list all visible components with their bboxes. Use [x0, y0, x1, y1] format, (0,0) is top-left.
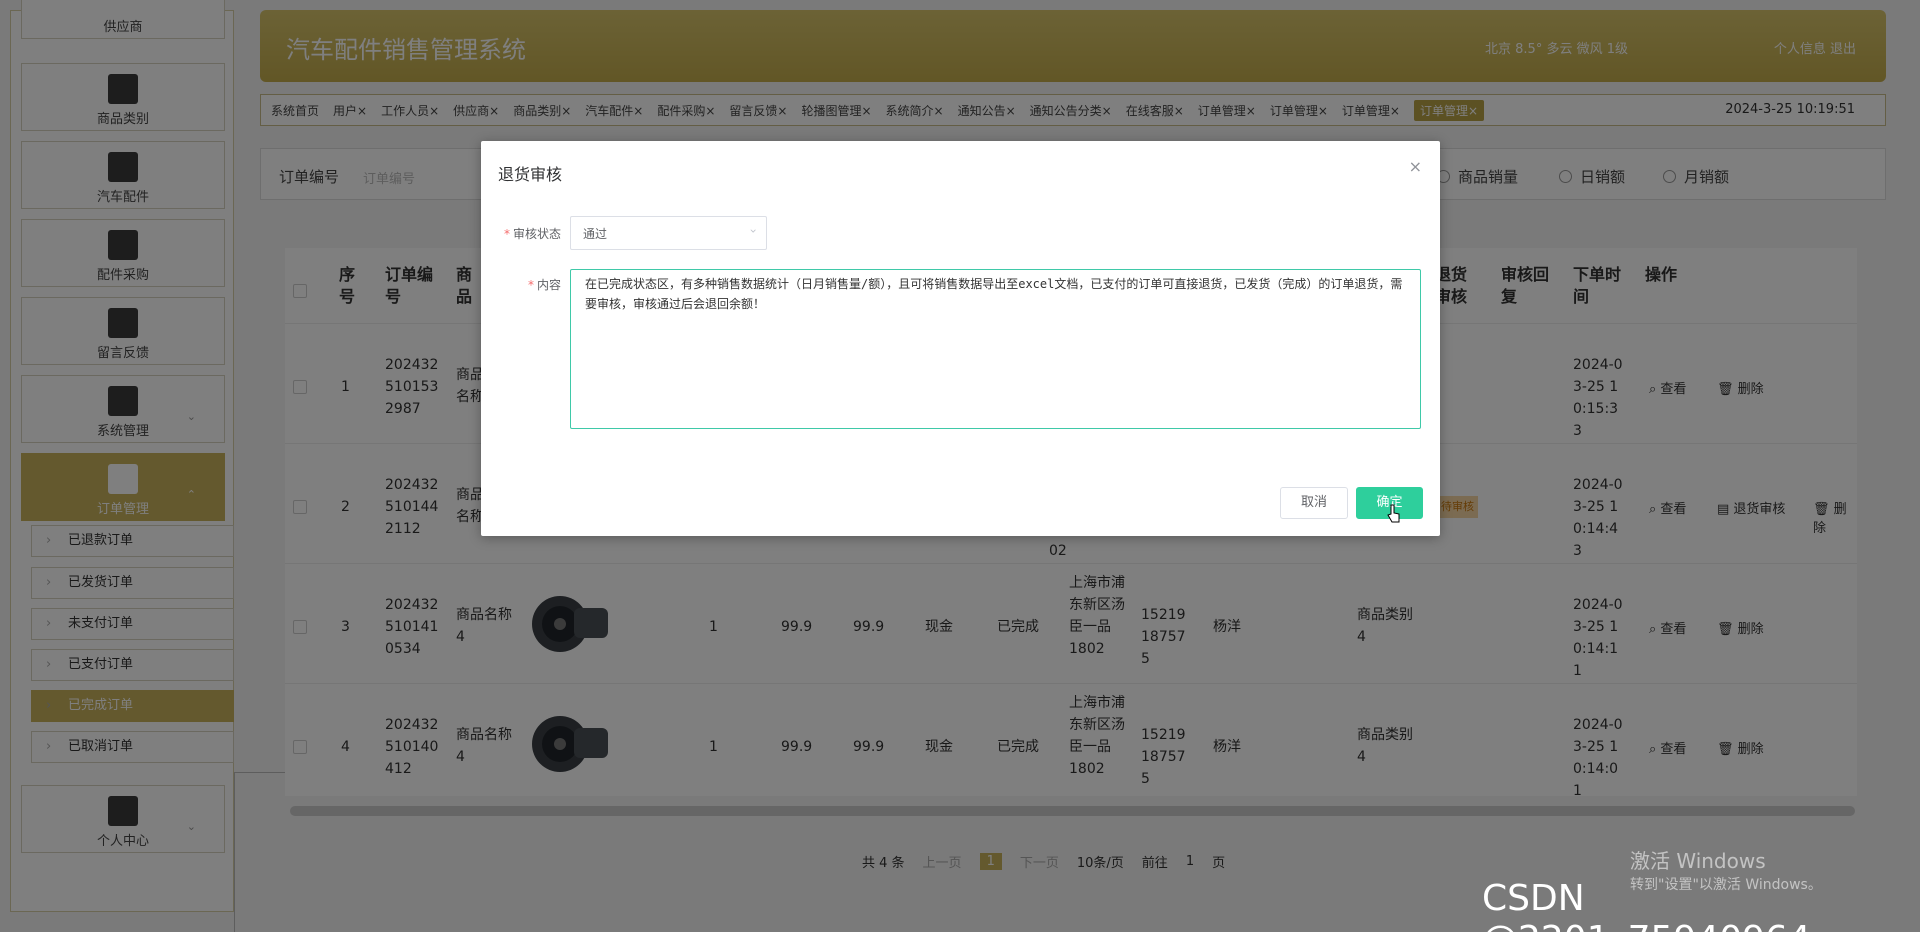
return-review-dialog: 退货审核 × 审核状态 通过 › 内容 在已完成状态区，有多种销售数据统计（日月…: [481, 141, 1440, 536]
review-status-select[interactable]: 通过 ›: [570, 216, 767, 250]
content-field-label: 内容: [499, 276, 561, 293]
status-field-label: 审核状态: [499, 225, 561, 242]
dialog-title: 退货审核: [498, 165, 563, 184]
csdn-watermark: CSDN @2201_75940964: [1482, 878, 1811, 932]
watermark-line1: 激活 Windows: [1630, 849, 1766, 873]
chevron-down-icon: ›: [746, 228, 761, 234]
cancel-button[interactable]: 取消: [1280, 487, 1348, 519]
hand-cursor-icon: [1387, 504, 1400, 523]
review-status-value: 通过: [583, 227, 608, 241]
close-icon[interactable]: ×: [1409, 157, 1422, 176]
content-textarea[interactable]: 在已完成状态区，有多种销售数据统计（日月销售量/额），且可将销售数据导出至exc…: [570, 269, 1421, 429]
